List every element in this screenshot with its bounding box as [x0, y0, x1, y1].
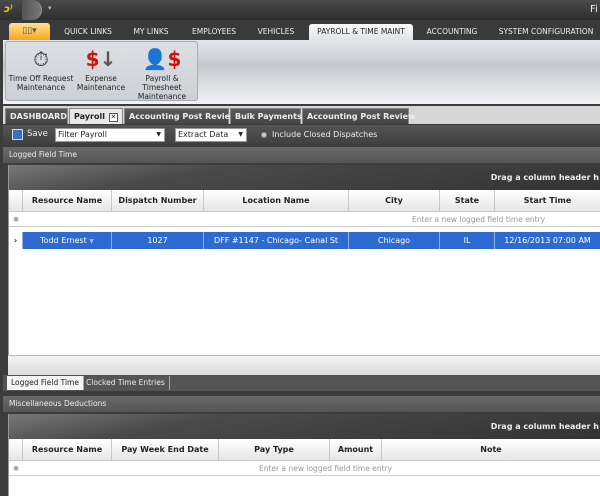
stopwatch-icon: ⏱: [33, 47, 49, 71]
tab-clocked-time-entries[interactable]: Clocked Time Entries: [82, 376, 170, 390]
tab-quick-links[interactable]: QUICK LINKS: [58, 24, 118, 40]
include-closed-label: Include Closed Dispatches: [272, 130, 378, 139]
col-dispatch-number[interactable]: Dispatch Number: [112, 190, 204, 212]
ribbon-group: ⏱ Time Off Request Maintenance $↓ Expens…: [5, 41, 198, 101]
person-dollar-icon: 👤$: [142, 47, 182, 71]
new-row[interactable]: ✱ Enter a new logged field time entry: [9, 461, 600, 476]
tab-system-configuration[interactable]: SYSTEM CONFIGURATION: [496, 24, 596, 40]
doc-tab-dashboard[interactable]: DASHBOARD: [5, 108, 68, 124]
time-off-request-button[interactable]: ⏱ Time Off Request Maintenance: [7, 44, 75, 92]
save-icon[interactable]: [12, 129, 23, 140]
col-resource-name[interactable]: Resource Name: [23, 439, 112, 461]
extract-data-select[interactable]: Extract Data ▼: [175, 128, 247, 142]
doc-tab-accounting-post-review[interactable]: Accounting Post Review: [124, 108, 237, 124]
new-row-icon: ✱: [12, 464, 20, 473]
application-menu-button[interactable]: ▯▯▾: [9, 23, 50, 40]
tab-employees[interactable]: EMPLOYEES: [185, 24, 243, 40]
payroll-timesheet-button[interactable]: 👤$ Payroll & Timesheet Maintenance: [126, 44, 198, 101]
cell-dispatch[interactable]: 1027: [112, 232, 204, 249]
logged-field-time-grid: Drag a column header h Resource Name Dis…: [8, 165, 600, 355]
chevron-down-icon: ▼: [156, 131, 161, 138]
misc-deductions-grid: Drag a column header h Resource Name Pay…: [8, 414, 600, 496]
document-tabs: DASHBOARD Payroll ✕ Accounting Post Revie…: [3, 106, 600, 124]
logged-field-time-header: Logged Field Time: [3, 147, 600, 163]
chevron-down-icon: ▼: [238, 131, 243, 138]
tab-vehicles[interactable]: VEHICLES: [250, 24, 302, 40]
grid-header: Resource Name Dispatch Number Location N…: [9, 190, 600, 212]
cell-city[interactable]: Chicago: [349, 232, 440, 249]
app-logo-icon: ↄ⁾: [4, 4, 13, 15]
chevron-down-icon[interactable]: ▼: [89, 238, 94, 245]
col-pay-week-end-date[interactable]: Pay Week End Date: [112, 439, 219, 461]
bottom-tabs: Logged Field Time Clocked Time Entries: [3, 375, 600, 391]
title-bar: ↄ⁾ ▾ Fi: [0, 0, 600, 20]
group-by-panel[interactable]: Drag a column header h: [9, 165, 600, 190]
ribbon-tabs: ▯▯▾ QUICK LINKS MY LINKS EMPLOYEES VEHIC…: [0, 20, 600, 40]
save-button[interactable]: Save: [27, 129, 48, 139]
toolbar: Save Filter Payroll ▼ Extract Data ▼ Inclu…: [3, 125, 600, 145]
cell-resource[interactable]: Todd Ernest ▼: [23, 232, 112, 249]
filter-payroll-select[interactable]: Filter Payroll ▼: [55, 128, 165, 142]
col-city[interactable]: City: [349, 190, 440, 212]
misc-deductions-header: Miscellaneous Deductions: [3, 396, 600, 412]
window-title: Fi: [590, 4, 598, 15]
new-row[interactable]: ✱ Enter a new logged field time entry: [9, 212, 600, 227]
tab-my-links[interactable]: MY LINKS: [126, 24, 176, 40]
col-state[interactable]: State: [440, 190, 495, 212]
doc-tab-payroll[interactable]: Payroll ✕: [69, 108, 123, 124]
doc-tab-bulk-payments[interactable]: Bulk Payments: [230, 108, 302, 124]
grid-header: Resource Name Pay Week End Date Pay Type…: [9, 439, 600, 461]
tab-payroll-time-maint[interactable]: PAYROLL & TIME MAINT: [309, 24, 413, 40]
col-start-time[interactable]: Start Time: [495, 190, 600, 212]
close-tab-icon[interactable]: ✕: [108, 113, 118, 122]
grid-footer: [8, 355, 600, 375]
cell-state[interactable]: IL: [440, 232, 495, 249]
col-location-name[interactable]: Location Name: [204, 190, 349, 212]
tab-logged-field-time[interactable]: Logged Field Time: [7, 376, 84, 390]
app-orb-button[interactable]: [22, 0, 42, 20]
table-row[interactable]: › Todd Ernest ▼ 1027 DFF #1147 - Chicago…: [9, 232, 600, 249]
cell-start-time[interactable]: 12/16/2013 07:00 AM: [495, 232, 600, 249]
doc-tab-accounting-post-review-2[interactable]: Accounting Post Review: [302, 108, 415, 124]
dollar-down-icon: $↓: [85, 47, 117, 71]
col-note[interactable]: Note: [382, 439, 600, 461]
expense-maintenance-button[interactable]: $↓ Expense Maintenance: [76, 44, 126, 92]
cell-location[interactable]: DFF #1147 - Chicago- Canal St: [204, 232, 349, 249]
col-pay-type[interactable]: Pay Type: [219, 439, 330, 461]
tab-accounting[interactable]: ACCOUNTING: [421, 24, 483, 40]
col-resource-name[interactable]: Resource Name: [23, 190, 112, 212]
group-by-panel[interactable]: Drag a column header h: [9, 414, 600, 439]
include-closed-radio[interactable]: [261, 132, 267, 138]
col-amount[interactable]: Amount: [330, 439, 382, 461]
row-indicator-icon: ›: [9, 232, 23, 249]
new-row-icon: ✱: [12, 215, 20, 224]
quick-access-dropdown-icon[interactable]: ▾: [48, 4, 52, 12]
